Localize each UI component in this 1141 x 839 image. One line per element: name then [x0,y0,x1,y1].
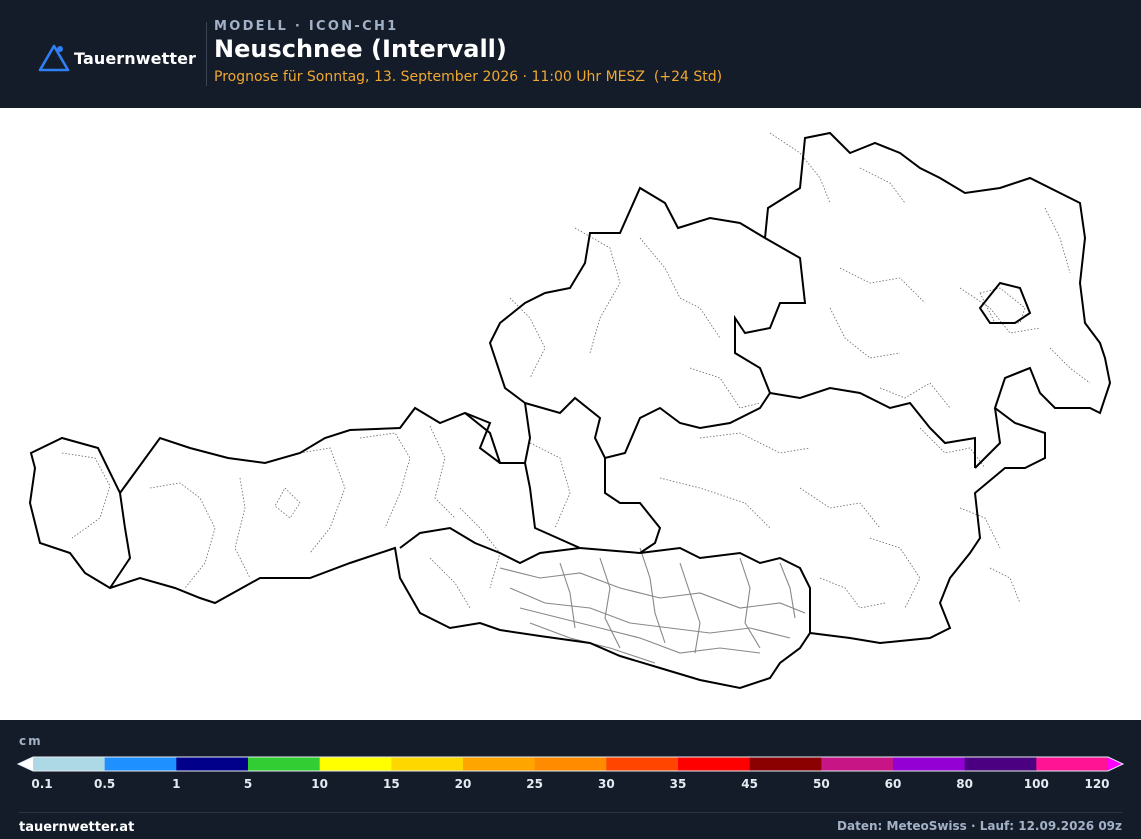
colorbar-tick-label: 15 [382,777,400,791]
colorbar-tick-label: 50 [812,777,830,791]
colorbar-tick-label: 5 [243,777,253,791]
legend-footer: cm 0.1 0.5 1 5 10 15 20 25 30 35 45 50 60 80 100 120 ta… [0,720,1141,839]
colorbar-over-arrow [1108,757,1123,771]
data-source: Daten: MeteoSwiss · Lauf: 12.09.2026 09z [837,819,1122,833]
colorbar-segment [391,757,464,771]
colorbar-segment [176,757,249,771]
colorbar-tick-label: 10 [311,777,329,791]
colorbar-tick-label: 25 [526,777,544,791]
brand-name: Tauernwetter [74,48,197,68]
brand-logo[interactable]: Tauernwetter [38,43,196,73]
colorbar-segment [319,757,392,771]
colorbar-segment [534,757,607,771]
map-area[interactable] [0,108,1141,720]
colorbar-tick-label: 0.1 [31,777,53,791]
page-title: Neuschnee (Intervall) [214,35,507,63]
colorbar-tick-label: 100 [1023,777,1049,791]
header-bar: Tauernwetter MODELL · ICON-CH1 Neuschnee… [0,0,1141,108]
state-borders [28,131,1112,690]
colorbar-tick-label: 120 [1084,777,1110,791]
colorbar-segment [248,757,321,771]
colorbar-tick-label: 45 [741,777,759,791]
mountain-logo-icon [38,44,70,72]
colorbar-segment [964,757,1037,771]
forecast-subtitle: Prognose für Sonntag, 13. September 2026… [214,69,723,85]
colorbar-tick-label: 30 [597,777,615,791]
colorbar [16,756,1125,772]
colorbar-segment [606,757,679,771]
model-label: MODELL · ICON-CH1 [214,19,399,34]
footer-divider [19,812,1122,813]
colorbar-segment [893,757,966,771]
colorbar-segment [749,757,822,771]
colorbar-tick-label: 80 [956,777,974,791]
colorbar-segment [104,757,177,771]
colorbar-tick-label: 20 [454,777,472,791]
colorbar-segment [678,757,751,771]
colorbar-segment [463,757,536,771]
site-link[interactable]: tauernwetter.at [19,820,134,835]
river-lines [499,547,806,664]
colorbar-segment [821,757,894,771]
colorbar-tick-label: 35 [669,777,687,791]
colorbar-segment [33,757,106,771]
colorbar-tick-label: 0.5 [94,777,116,791]
colorbar-tick-label: 1 [172,777,181,791]
district-borders [61,132,1091,609]
header-divider [206,22,207,86]
colorbar-segment [1036,757,1109,771]
colorbar-tick-label: 60 [884,777,902,791]
colorbar-under-arrow [18,757,33,771]
austria-map [28,131,1112,690]
